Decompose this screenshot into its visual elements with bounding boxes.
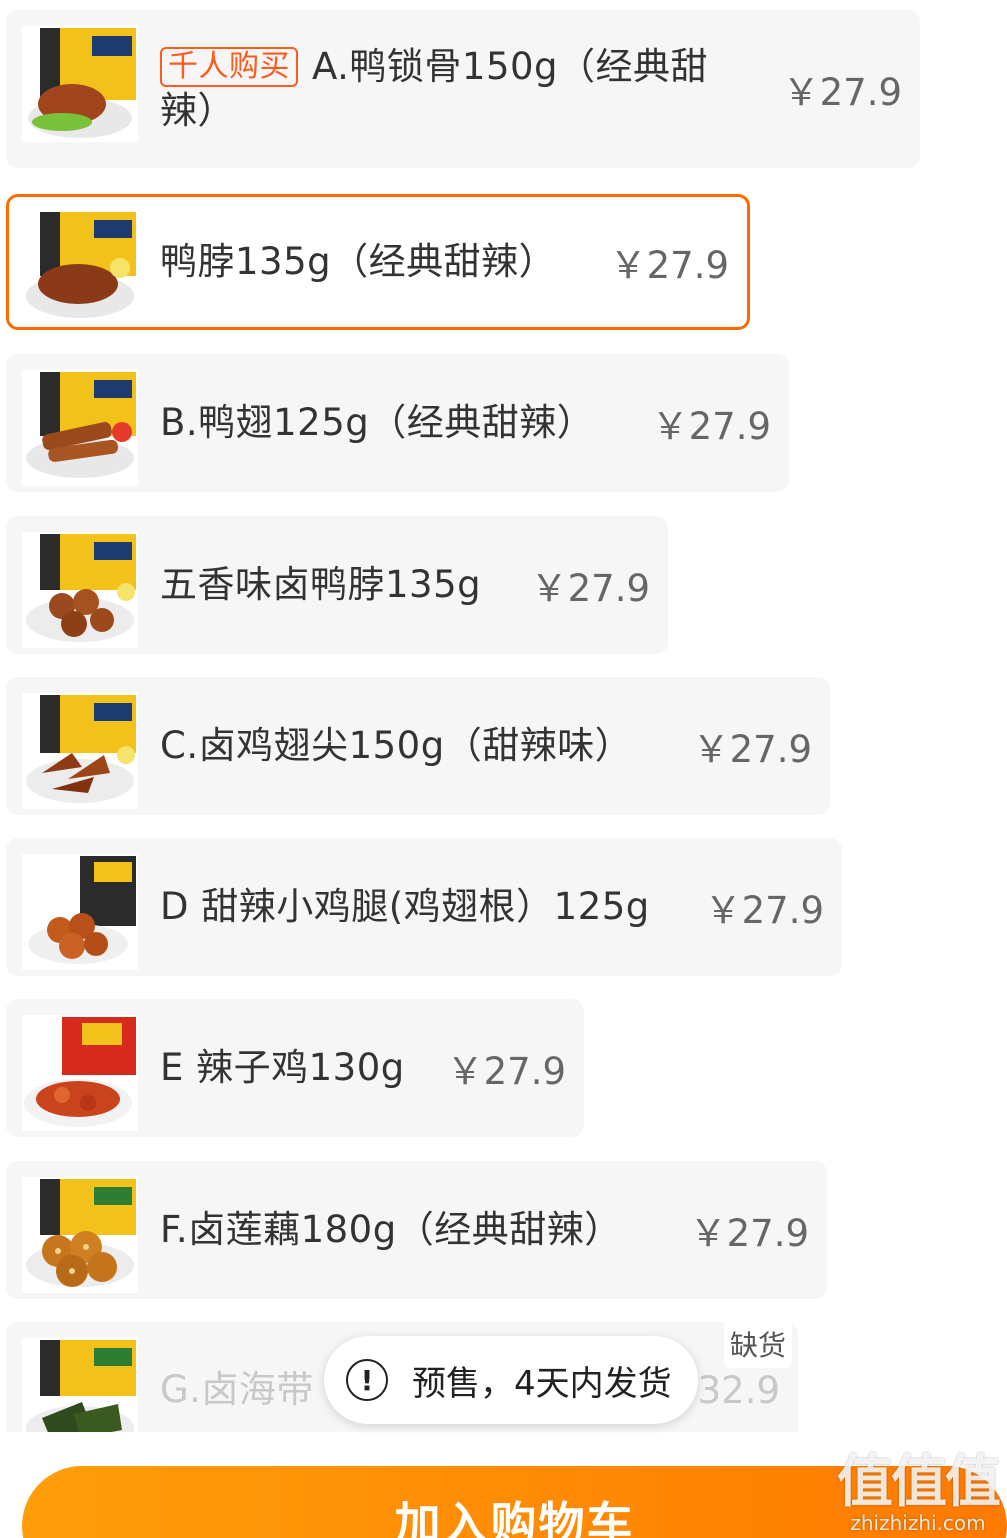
sku-option-chicken-wing-tip[interactable]: C.卤鸡翅尖150g（甜辣味） ￥27.9 <box>6 677 830 815</box>
chicken-drumette-pack-image <box>22 854 138 970</box>
sku-option-duck-collarbone[interactable]: 千人购买 A.鸭锁骨150g（经典甜辣） ￥27.9 <box>6 10 920 168</box>
sku-name: D 甜辣小鸡腿(鸡翅根）125g <box>160 885 650 928</box>
lotus-root-pack-image <box>22 1177 138 1293</box>
presale-toast: ! 预售，4天内发货 <box>324 1336 698 1424</box>
sku-option-duck-neck[interactable]: 鸭脖135g（经典甜辣） ￥27.9 <box>6 194 750 330</box>
watermark-logo: 值值值 <box>837 1450 1001 1515</box>
sku-name: 五香味卤鸭脖135g <box>160 563 482 606</box>
sku-name: 鸭脖135g（经典甜辣） <box>160 240 557 283</box>
sku-price: ￥27.9 <box>446 1050 566 1093</box>
sold-out-badge: 缺货 <box>723 1320 792 1368</box>
exclamation-icon: ! <box>346 1359 388 1401</box>
watermark-url: zhizhizhi.com <box>850 1511 986 1535</box>
duck-neck-pack-image <box>22 210 138 326</box>
sku-selector-page: 千人购买 A.鸭锁骨150g（经典甜辣） ￥27.9 鸭脖135g（经典甜辣） ￥… <box>0 0 1007 1538</box>
spicy-chicken-pack-image <box>22 1015 138 1131</box>
sku-price: ￥27.9 <box>704 889 824 932</box>
kelp-pack-image <box>22 1338 138 1432</box>
sku-option-chicken-drumette[interactable]: D 甜辣小鸡腿(鸡翅根）125g ￥27.9 <box>6 838 842 976</box>
sku-price: 32.9 <box>697 1368 780 1412</box>
sku-option-five-spice-duck-neck[interactable]: 五香味卤鸭脖135g ￥27.9 <box>6 516 668 654</box>
watermark: 值值值 zhizhizhi.com <box>837 1450 1001 1535</box>
chicken-wing-tip-pack-image <box>22 693 138 809</box>
sku-option-duck-wing[interactable]: B.鸭翅125g（经典甜辣） ￥27.9 <box>6 354 789 492</box>
sku-name: G.卤海带 <box>160 1368 314 1411</box>
popular-tag: 千人购买 <box>160 47 298 87</box>
sku-option-lotus-root[interactable]: F.卤莲藕180g（经典甜辣） ￥27.9 <box>6 1161 827 1299</box>
sku-price: ￥27.9 <box>530 567 650 610</box>
sku-price: ￥27.9 <box>782 71 902 114</box>
duck-collarbone-pack-image <box>22 26 138 142</box>
sku-price: ￥27.9 <box>609 244 729 287</box>
sku-name: E 辣子鸡130g <box>160 1046 405 1089</box>
sku-option-spicy-chicken[interactable]: E 辣子鸡130g ￥27.9 <box>6 999 584 1137</box>
sku-price: ￥27.9 <box>689 1212 809 1255</box>
sku-name: B.鸭翅125g（经典甜辣） <box>160 401 595 444</box>
sku-name: C.卤鸡翅尖150g（甜辣味） <box>160 724 633 767</box>
sku-name: F.卤莲藕180g（经典甜辣） <box>160 1208 622 1251</box>
sku-price: ￥27.9 <box>692 728 812 771</box>
sku-price: ￥27.9 <box>651 405 771 448</box>
toast-text: 预售，4天内发货 <box>412 1363 672 1404</box>
five-spice-duck-neck-pack-image <box>22 532 138 648</box>
add-to-cart-label: 加入购物车 <box>394 1497 635 1538</box>
duck-wing-pack-image <box>22 370 138 486</box>
